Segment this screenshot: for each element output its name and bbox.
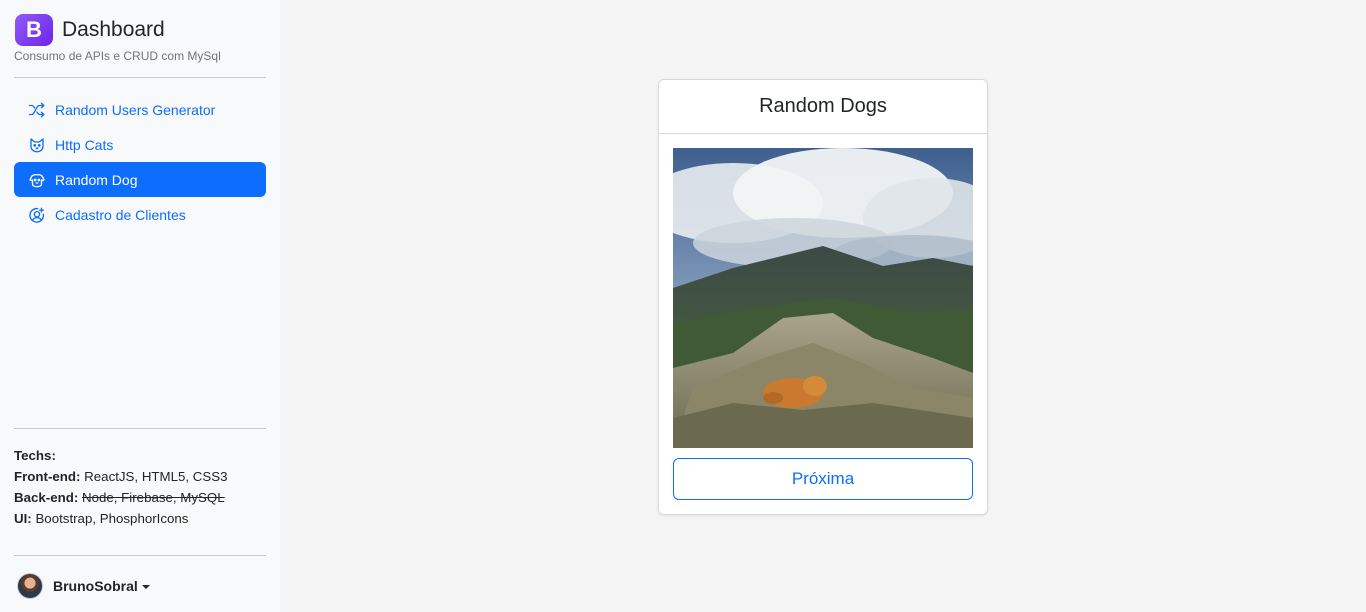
divider — [14, 555, 266, 556]
cat-icon — [30, 137, 44, 152]
techs-heading: Techs: — [14, 448, 56, 463]
caret-down-icon — [141, 584, 150, 589]
sidebar-item-label: Http Cats — [55, 136, 114, 153]
user-name: BrunoSobral — [53, 578, 138, 594]
user-circle-plus-icon — [29, 207, 45, 223]
sidebar-nav: Random Users Generator Http Cats Random … — [14, 92, 266, 232]
brand[interactable]: B Dashboard — [14, 14, 266, 46]
techs-section: Techs: Front-end: ReactJS, HTML5, CSS3 B… — [14, 428, 266, 529]
sidebar-item-label: Random Users Generator — [55, 101, 216, 118]
divider — [14, 77, 266, 78]
techs-ui: UI: Bootstrap, PhosphorIcons — [14, 511, 189, 526]
sidebar-item-cadastro-clientes[interactable]: Cadastro de Clientes — [14, 197, 266, 232]
random-dogs-card: Random Dogs Próxima — [658, 79, 988, 515]
sidebar: B Dashboard Consumo de APIs e CRUD com M… — [0, 0, 280, 612]
dog-icon — [29, 173, 45, 187]
brand-title: Dashboard — [62, 18, 165, 41]
avatar — [17, 573, 43, 599]
sidebar-item-random-dog[interactable]: Random Dog — [14, 162, 266, 197]
user-menu-dropdown[interactable]: BrunoSobral — [17, 573, 150, 599]
bootstrap-logo-icon: B — [15, 14, 53, 46]
techs-frontend: Front-end: ReactJS, HTML5, CSS3 — [14, 469, 228, 484]
next-button[interactable]: Próxima — [673, 458, 973, 500]
brand-subtitle: Consumo de APIs e CRUD com MySql — [14, 49, 221, 63]
sidebar-item-http-cats[interactable]: Http Cats — [14, 127, 266, 162]
sidebar-item-label: Cadastro de Clientes — [55, 206, 186, 223]
sidebar-item-random-users[interactable]: Random Users Generator — [14, 92, 266, 127]
card-title: Random Dogs — [659, 80, 987, 134]
techs-backend: Back-end: Node, Firebase, MySQL — [14, 490, 225, 505]
dog-photo-illustration — [673, 148, 973, 448]
sidebar-item-label: Random Dog — [55, 171, 138, 188]
dog-image — [673, 148, 973, 448]
shuffle-icon — [28, 102, 45, 117]
